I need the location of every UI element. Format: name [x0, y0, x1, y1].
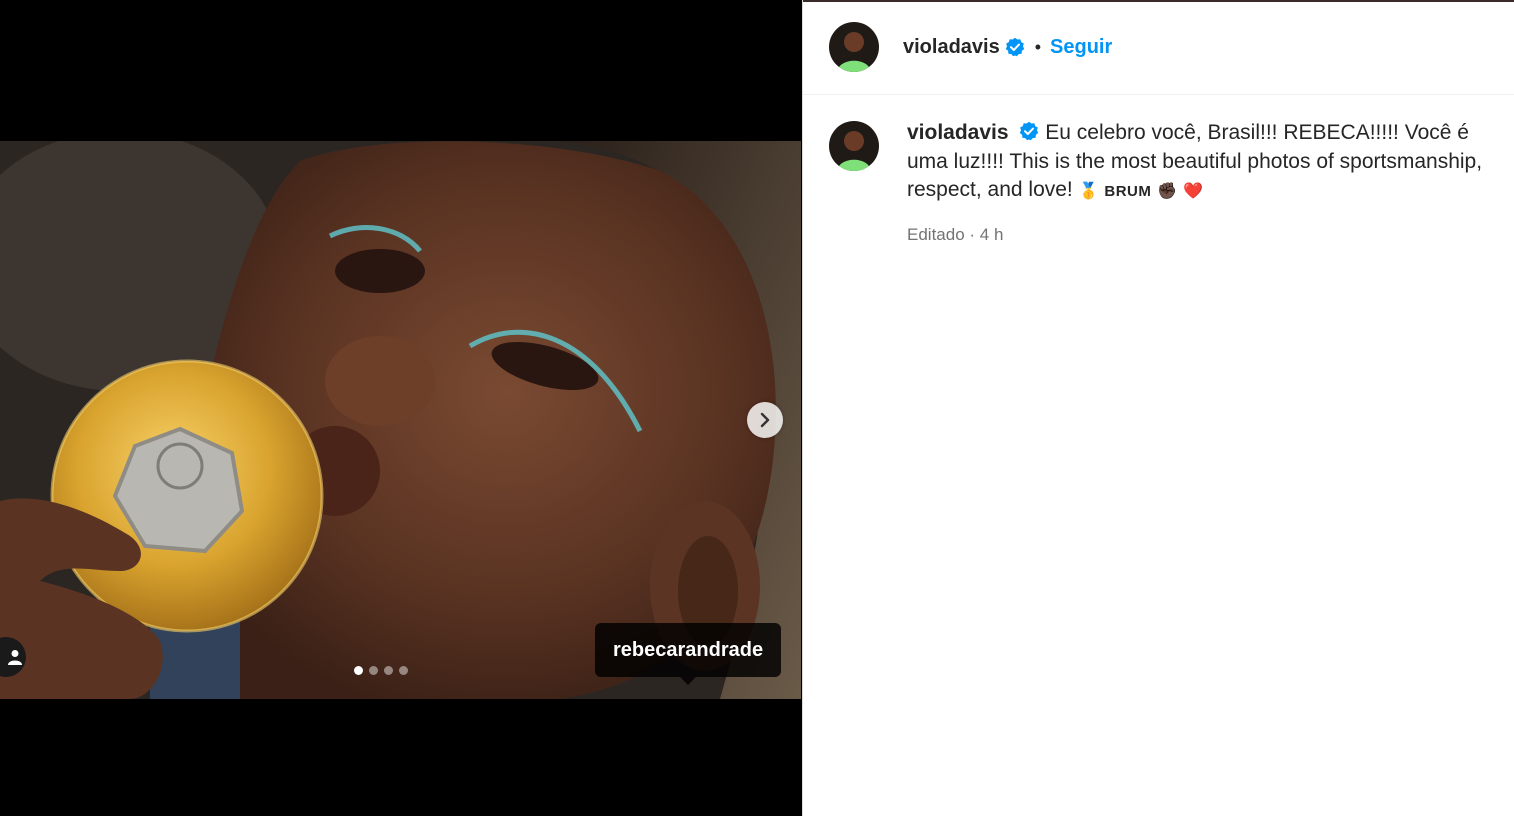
carousel-dot	[384, 666, 393, 675]
caption-meta: Editado · 4 h	[907, 224, 1004, 244]
follow-button[interactable]: Seguir	[1050, 36, 1112, 59]
post-photo[interactable]	[0, 141, 801, 699]
user-tag-label[interactable]: rebecarandrade	[595, 623, 782, 685]
post-header: violadavis • Seguir	[803, 0, 1514, 95]
medal-emoji: 🥇	[1078, 181, 1099, 200]
caption-block: violadavis Eu celebro você, Brasil!!! RE…	[803, 95, 1514, 249]
post-dialog: rebecarandrade violadavis • Seguir viola…	[0, 0, 1514, 816]
fist-emoji: ✊🏿	[1157, 181, 1178, 200]
carousel-dot	[369, 666, 378, 675]
avatar[interactable]	[829, 22, 879, 72]
caption-username[interactable]: violadavis	[907, 121, 1009, 144]
chevron-right-icon	[760, 412, 770, 428]
caption-text: violadavis Eu celebro você, Brasil!!! RE…	[907, 119, 1494, 249]
caption-word: BRUM	[1104, 183, 1152, 200]
verified-badge-icon	[1005, 37, 1025, 57]
next-slide-button[interactable]	[747, 402, 783, 438]
carousel-dot	[354, 666, 363, 675]
author-username[interactable]: violadavis	[903, 36, 1000, 59]
header-separator: •	[1034, 36, 1042, 57]
caption-avatar[interactable]	[829, 121, 879, 171]
verified-badge-icon	[1019, 121, 1039, 141]
avatar-image	[829, 121, 879, 171]
post-sidebar: violadavis • Seguir violadavis Eu celebr…	[802, 0, 1514, 816]
person-icon	[8, 650, 22, 665]
photo-illustration	[0, 141, 801, 699]
avatar-image	[829, 22, 879, 72]
carousel-indicator	[354, 666, 408, 675]
carousel-dot	[399, 666, 408, 675]
post-media: rebecarandrade	[0, 0, 802, 816]
heart-emoji: ❤️	[1182, 181, 1203, 200]
